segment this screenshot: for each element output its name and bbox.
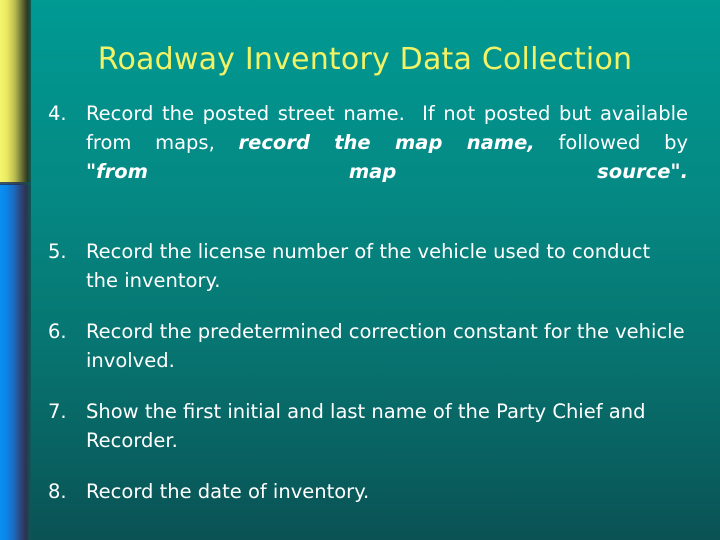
accent-stripe-seam: [0, 182, 31, 185]
list-item-text: Record the license number of the vehicle…: [86, 240, 651, 292]
slide: Roadway Inventory Data Collection 4. Rec…: [0, 0, 720, 540]
list-item-text-part: followed by: [558, 131, 688, 154]
list-item: 7. Show the first initial and last name …: [48, 397, 688, 455]
list-item-text: Show the first initial and last name of …: [86, 400, 646, 452]
list-item-emphasis: "from map source".: [86, 160, 688, 183]
list-item-text-part: Record the posted street name.: [86, 102, 405, 125]
accent-stripe-blue: [0, 184, 31, 540]
list-item-emphasis: record the map name,: [238, 131, 535, 154]
slide-title: Roadway Inventory Data Collection: [97, 42, 633, 77]
slide-body: 4. Record the posted street name. If not…: [48, 99, 688, 528]
list-item-number: 8.: [48, 480, 67, 503]
list-item: 5. Record the license number of the vehi…: [48, 237, 688, 295]
list-item-text: Record the posted street name. If not po…: [86, 99, 688, 215]
list-item-text-part: If not posted but: [422, 102, 592, 125]
list-item-number: 7.: [48, 400, 67, 423]
list-item-number: 6.: [48, 320, 67, 343]
accent-stripe-yellow: [0, 0, 31, 184]
list-item: 4. Record the posted street name. If not…: [48, 99, 688, 215]
list-item-number: 5.: [48, 240, 67, 263]
list-item-number: 4.: [48, 102, 67, 125]
list-item-text: Record the date of inventory.: [86, 480, 370, 503]
list-item-text: Record the predetermined correction cons…: [86, 320, 685, 372]
list-item: 8. Record the date of inventory.: [48, 477, 688, 506]
list-item: 6. Record the predetermined correction c…: [48, 317, 688, 375]
